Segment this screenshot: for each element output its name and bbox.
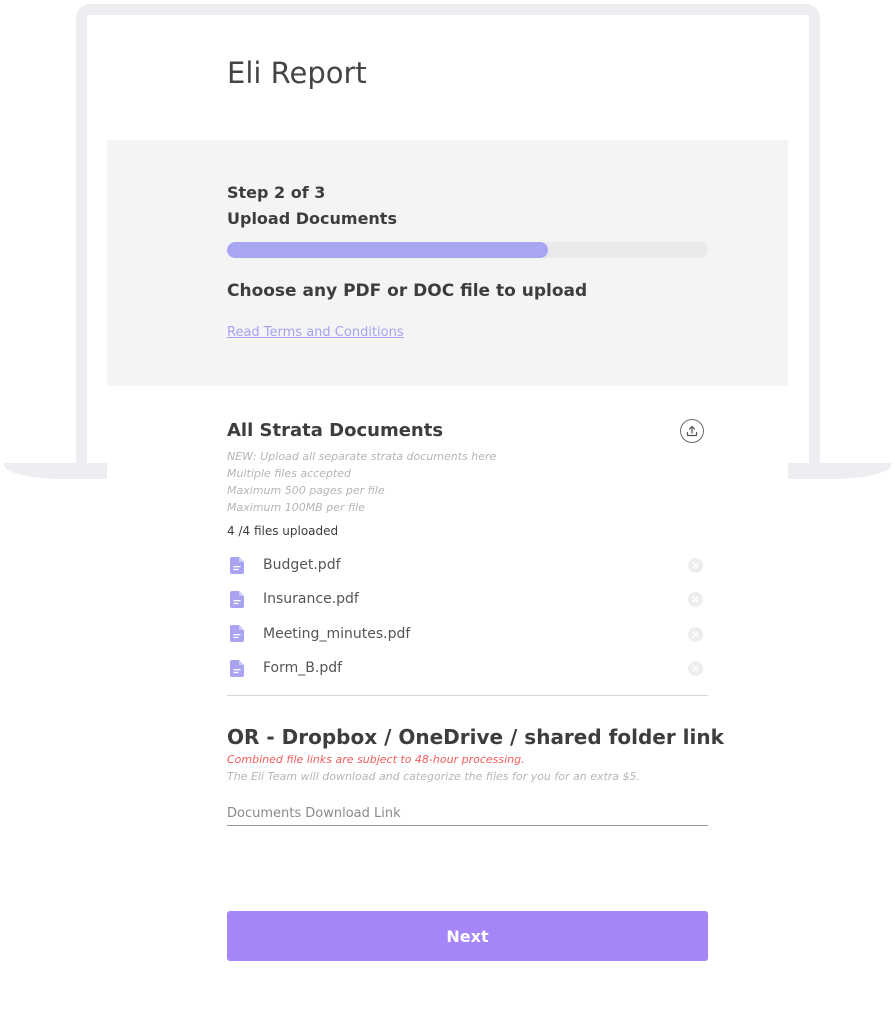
section-divider (227, 695, 708, 696)
step-name: Upload Documents (227, 209, 397, 228)
progress-bar-fill (227, 242, 548, 258)
progress-bar (227, 242, 708, 258)
uploaded-files-list: Budget.pdf Insurance.pdf Meeting_minutes… (227, 548, 708, 685)
upload-instruction: Choose any PDF or DOC file to upload (227, 281, 588, 301)
upload-notes: NEW: Upload all separate strata document… (227, 448, 496, 516)
remove-file-button[interactable] (688, 626, 703, 642)
upload-note: NEW: Upload all separate strata document… (227, 450, 497, 463)
link-section-title: OR - Dropbox / OneDrive / shared folder … (227, 725, 724, 749)
file-document-icon (230, 590, 244, 608)
file-item: Budget.pdf (227, 548, 708, 582)
remove-file-button[interactable] (688, 558, 703, 573)
file-name: Form_B.pdf (263, 660, 343, 677)
upload-note: Maximum 100MB per file (227, 501, 365, 514)
remove-file-button[interactable] (688, 592, 703, 608)
documents-section-title: All Strata Documents (227, 420, 444, 441)
file-name: Insurance.pdf (263, 591, 359, 608)
file-name: Budget.pdf (263, 557, 341, 574)
file-item: Insurance.pdf (227, 582, 708, 616)
file-item: Meeting_minutes.pdf (227, 617, 708, 651)
file-document-icon (230, 625, 244, 643)
upload-note: Multiple files accepted (227, 467, 351, 480)
documents-link-input[interactable] (227, 802, 708, 826)
page-title: Eli Report (227, 56, 367, 90)
step-count-label: Step 2 of 3 (227, 183, 326, 202)
file-document-icon (230, 556, 244, 574)
processing-warning: Combined file links are subject to 48-ho… (227, 753, 525, 766)
link-section-note: The Eli Team will download and categoriz… (227, 770, 641, 783)
file-name: Meeting_minutes.pdf (263, 625, 411, 642)
upload-note: Maximum 500 pages per file (227, 484, 385, 497)
close-icon (692, 562, 699, 569)
file-item: Form_B.pdf (227, 651, 708, 685)
terms-link[interactable]: Read Terms and Conditions (227, 325, 404, 340)
close-icon (692, 596, 699, 603)
upload-button[interactable] (680, 419, 704, 443)
close-icon (692, 665, 699, 672)
close-icon (692, 630, 699, 638)
next-button[interactable]: Next (227, 911, 708, 961)
upload-icon (686, 425, 698, 437)
step-panel (107, 140, 788, 386)
file-document-icon (230, 659, 244, 677)
remove-file-button[interactable] (688, 660, 703, 676)
files-uploaded-count: 4 /4 files uploaded (227, 524, 339, 538)
